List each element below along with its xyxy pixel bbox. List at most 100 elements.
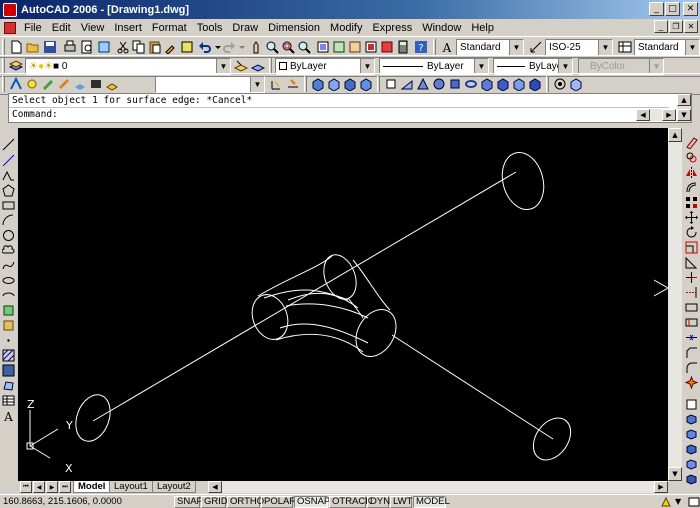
layer-previous-icon[interactable] — [251, 59, 265, 73]
scroll-up-icon[interactable]: ▲ — [668, 128, 682, 142]
view-se-iso-icon[interactable] — [496, 77, 510, 91]
scroll-left-icon[interactable]: ◀ — [636, 109, 650, 121]
copy-icon[interactable] — [132, 40, 146, 54]
menu-express[interactable]: Express — [367, 22, 417, 34]
model-toggle[interactable]: MODEL — [413, 496, 450, 508]
mirror-icon[interactable] — [685, 166, 698, 179]
ucs-previous-icon[interactable] — [286, 77, 300, 91]
toolbar-grip[interactable] — [433, 39, 436, 55]
match-properties-icon[interactable] — [164, 40, 178, 54]
rectangle-icon[interactable] — [2, 199, 15, 212]
scroll-up-icon[interactable]: ▲ — [677, 94, 691, 106]
erase-icon[interactable] — [685, 136, 698, 149]
union-icon[interactable] — [685, 413, 698, 426]
toolbar-grip[interactable] — [2, 39, 5, 55]
toolbar-grip[interactable] — [2, 58, 5, 74]
tab-layout2[interactable]: Layout2 — [152, 481, 196, 493]
menu-edit[interactable]: Edit — [47, 22, 76, 34]
shade-icon[interactable] — [569, 77, 583, 91]
properties-icon[interactable] — [316, 40, 330, 54]
zoom-realtime-icon[interactable] — [265, 40, 279, 54]
chamfer-icon[interactable] — [685, 346, 698, 359]
lwt-toggle[interactable]: LWT — [390, 496, 412, 508]
doc-restore-button[interactable]: ❐ — [669, 20, 683, 33]
grid-toggle[interactable]: GRID — [201, 496, 228, 508]
break-at-point-icon[interactable] — [685, 301, 698, 314]
torus-icon[interactable] — [464, 77, 478, 91]
menu-window[interactable]: Window — [417, 22, 466, 34]
snap-icon[interactable] — [25, 77, 39, 91]
gradient-icon[interactable] — [2, 364, 15, 377]
orbit-icon[interactable] — [553, 77, 567, 91]
otrack-toggle[interactable]: OTRACK — [329, 496, 372, 508]
move-icon[interactable] — [685, 211, 698, 224]
menu-format[interactable]: Format — [147, 22, 192, 34]
tab-model[interactable]: Model — [73, 481, 111, 493]
view-left-icon[interactable] — [343, 77, 357, 91]
rotate-icon[interactable] — [685, 226, 698, 239]
cone-icon[interactable] — [416, 77, 430, 91]
coordinate-display[interactable]: 160.8663, 215.1606, 0.0000 — [3, 496, 122, 508]
polyline-icon[interactable] — [2, 169, 15, 182]
cut-icon[interactable] — [116, 40, 130, 54]
stretch-icon[interactable] — [685, 256, 698, 269]
revision-cloud-icon[interactable] — [2, 244, 15, 257]
ucs-icon[interactable] — [270, 77, 284, 91]
break-icon[interactable] — [685, 316, 698, 329]
dyn-toggle[interactable]: DYN — [367, 496, 390, 508]
table-style-select[interactable]: Standard ▼ — [634, 39, 700, 56]
make-object-layer-current-icon[interactable] — [234, 59, 248, 73]
calculator-icon[interactable] — [396, 40, 410, 54]
layer-state-icon[interactable] — [105, 77, 119, 91]
view-bottom-icon[interactable] — [327, 77, 341, 91]
communication-center-icon[interactable] — [660, 496, 672, 508]
scroll-right-icon[interactable]: ▶ — [662, 109, 676, 121]
drawing-horizontal-scrollbar[interactable]: ◀ ▶ — [208, 481, 668, 493]
block-editor-icon[interactable] — [180, 40, 194, 54]
solid-editing-icon[interactable] — [685, 398, 698, 411]
doc-close-button[interactable]: ✕ — [684, 20, 698, 33]
offset-icon[interactable] — [685, 181, 698, 194]
status-menu-icon[interactable]: ▼ — [675, 496, 687, 508]
autocad-app-icon[interactable] — [3, 2, 17, 17]
save-icon[interactable] — [43, 40, 57, 54]
pan-icon[interactable] — [249, 40, 263, 54]
view-right-icon[interactable] — [359, 77, 373, 91]
menu-dimension[interactable]: Dimension — [263, 22, 325, 34]
redo-dropdown-icon[interactable] — [235, 40, 245, 54]
command-prompt[interactable]: Command: — [12, 109, 58, 120]
osnap-toggle[interactable]: OSNAP — [294, 496, 330, 508]
copy-object-icon[interactable] — [685, 151, 698, 164]
undo-dropdown-icon[interactable] — [211, 40, 221, 54]
clean-screen-icon[interactable] — [688, 496, 700, 508]
block-icon[interactable] — [89, 77, 103, 91]
table-icon[interactable] — [2, 394, 15, 407]
toolbar-grip[interactable] — [2, 76, 5, 92]
trim-icon[interactable] — [685, 271, 698, 284]
toolbar-grip[interactable] — [377, 76, 380, 92]
view-sw-iso-icon[interactable] — [480, 77, 494, 91]
extend-icon[interactable] — [685, 286, 698, 299]
join-icon[interactable] — [685, 331, 698, 344]
document-icon[interactable] — [4, 21, 16, 34]
line-icon[interactable] — [2, 138, 15, 151]
workspaces-icon[interactable] — [9, 77, 23, 91]
polar-toggle[interactable]: POLAR — [261, 496, 296, 508]
tab-layout1[interactable]: Layout1 — [109, 481, 153, 493]
multiline-text-icon[interactable]: A — [2, 409, 15, 422]
redo-icon[interactable] — [222, 40, 236, 54]
menu-help[interactable]: Help — [466, 22, 499, 34]
ellipse-icon[interactable] — [2, 274, 15, 287]
polygon-icon[interactable] — [2, 184, 15, 197]
ortho-toggle[interactable]: ORTHO — [227, 496, 264, 508]
make-block-icon[interactable] — [2, 319, 15, 332]
scroll-right-icon[interactable]: ▶ — [654, 481, 668, 493]
drawing-area[interactable]: Z Y X — [18, 128, 668, 481]
maximize-button[interactable]: □ — [665, 2, 680, 16]
view-top-icon[interactable] — [311, 77, 325, 91]
designcenter-icon[interactable] — [332, 40, 346, 54]
arc-icon[interactable] — [2, 214, 15, 227]
hatch-icon[interactable] — [2, 349, 15, 362]
toolbar-grip[interactable] — [269, 58, 272, 74]
insert-block-icon[interactable] — [2, 304, 15, 317]
